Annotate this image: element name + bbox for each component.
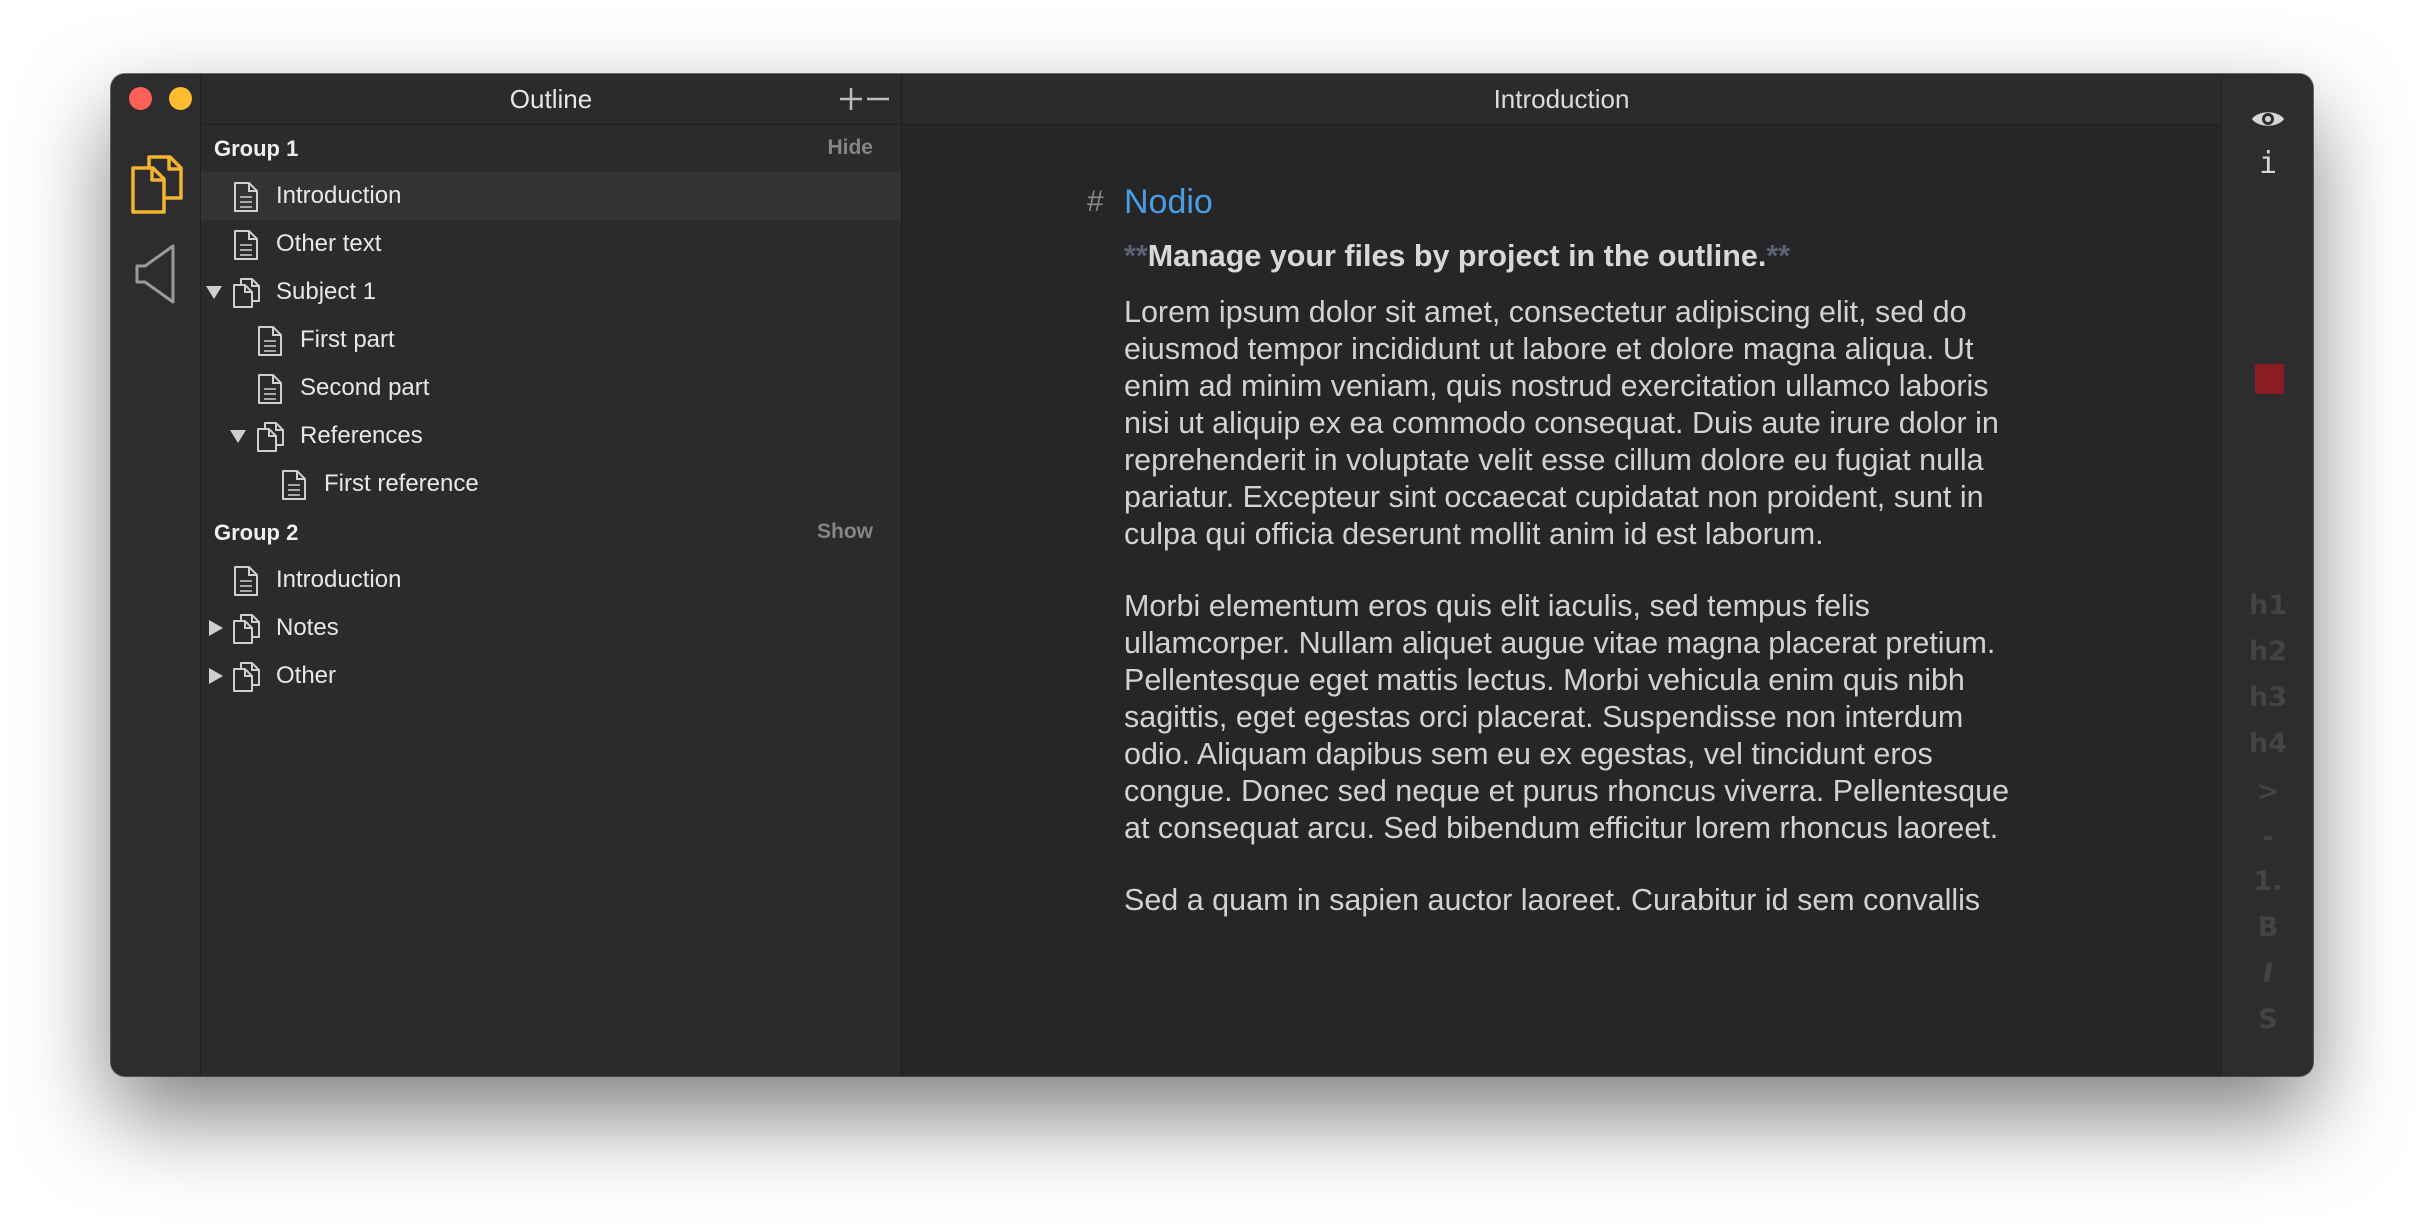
editor-header: Introduction [902,74,2221,125]
outline-item-label: Introduction [276,566,402,593]
speaker-icon[interactable] [129,242,185,306]
heading-nodio: Nodio [1124,183,1213,221]
document-icon [234,230,258,260]
plus-icon[interactable] [838,86,864,112]
outline-item-notes[interactable]: Notes [201,604,901,652]
document-icon [282,470,306,500]
document-icon [258,326,282,356]
group-2-show-toggle[interactable]: Show [817,520,873,544]
heading-4-button[interactable]: h4 [2222,728,2313,759]
heading-2-button[interactable]: h2 [2222,636,2313,667]
outline-item-label: First part [300,326,395,353]
outline-item-first-part[interactable]: First part [201,316,901,364]
outline-item-second-part[interactable]: Second part [201,364,901,412]
bold-marker-close: ** [1766,239,1791,273]
document-title: Introduction [1493,84,1630,114]
bullet-list-button[interactable]: - [2222,822,2313,853]
document-icon [234,182,258,212]
format-toolbar: i h1 h2 h3 h4 > - 1. B I S [2221,74,2313,1076]
outline-item-references[interactable]: References [201,412,901,460]
app-window: Outline Group 1 Hide Introduction Other … [111,74,2313,1076]
close-window-button[interactable] [129,87,152,110]
outline-item-first-reference[interactable]: First reference [201,460,901,508]
minus-icon[interactable] [865,86,891,112]
quote-button[interactable]: > [2222,776,2313,807]
folder-document-icon [233,278,260,308]
outline-item-label: Second part [300,374,430,401]
outline-item-label: Introduction [276,182,402,209]
numbered-list-button[interactable]: 1. [2222,866,2313,897]
outline-item-introduction[interactable]: Introduction [201,556,901,604]
outline-item-label: Other [276,662,337,689]
paragraph-3: Sed a quam in sapien auctor laoreet. Cur… [1124,883,1981,917]
strikethrough-button[interactable]: S [2222,1004,2313,1035]
eye-icon[interactable] [2251,108,2285,130]
outline-header: Outline [201,74,901,125]
heading-1-button[interactable]: h1 [2222,590,2313,621]
bold-line-text: Manage your files by project in the outl… [1147,239,1767,273]
heading-3-button[interactable]: h3 [2222,682,2313,713]
mode-sidebar [111,74,232,1076]
paragraph-2: Morbi elementum eros quis elit iaculis, … [1124,589,2010,845]
editor-pane[interactable]: Introduction # Nodio **Manage your files… [902,74,2221,1076]
outline-item-label: Subject 1 [276,278,377,305]
documents-icon[interactable] [129,152,185,216]
outline-item-label: First reference [324,470,479,497]
disclosure-collapsed-icon[interactable] [207,668,225,684]
outline-item-label: Notes [276,614,339,641]
bold-marker-open: ** [1124,239,1148,273]
folder-document-icon [257,422,284,452]
group-1-hide-toggle[interactable]: Hide [827,136,873,160]
disclosure-expanded-icon[interactable] [205,284,223,300]
document-icon [234,566,258,596]
outline-title: Outline [509,84,593,114]
outline-item-introduction[interactable]: Introduction [201,172,901,220]
markdown-editor[interactable]: # Nodio **Manage your files by project i… [1087,182,2034,954]
group-2-label: Group 2 [214,520,299,545]
group-1-label: Group 1 [214,136,299,161]
outline-panel: Outline Group 1 Hide Introduction Other … [201,74,902,1076]
outline-item-other[interactable]: Other [201,652,901,700]
disclosure-expanded-icon[interactable] [229,428,247,444]
outline-item-label: References [300,422,423,449]
folder-document-icon [233,614,260,644]
outline-item-other-text[interactable]: Other text [201,220,901,268]
outline-item-subject-1[interactable]: Subject 1 [201,268,901,316]
color-marker[interactable] [2255,364,2284,394]
document-icon [258,374,282,404]
info-icon[interactable]: i [2222,146,2313,181]
bold-button[interactable]: B [2222,912,2313,943]
paragraph-1: Lorem ipsum dolor sit amet, consectetur … [1124,295,1999,551]
outline-item-label: Other text [276,230,382,257]
folder-document-icon [233,662,260,692]
heading-marker: # [1087,185,1104,218]
disclosure-collapsed-icon[interactable] [207,620,225,636]
italic-button[interactable]: I [2222,958,2313,989]
minimize-window-button[interactable] [169,87,192,110]
bold-intro-line: **Manage your files by project in the ou… [1124,236,2034,276]
